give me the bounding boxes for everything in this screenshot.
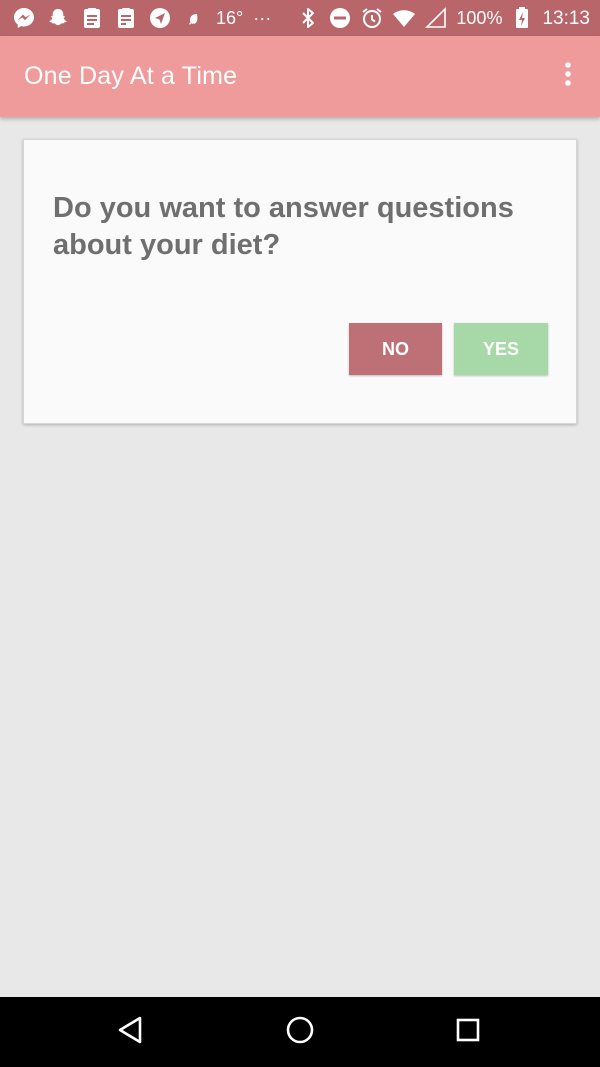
leaf-icon bbox=[182, 6, 206, 30]
recents-icon bbox=[455, 1017, 481, 1048]
messenger-icon bbox=[12, 6, 36, 30]
navigation-icon bbox=[148, 6, 172, 30]
battery-percent: 100% bbox=[456, 8, 503, 28]
status-bar-notifications: 16° ··· bbox=[12, 0, 271, 36]
back-button[interactable] bbox=[107, 1008, 155, 1056]
recents-button[interactable] bbox=[444, 1008, 492, 1056]
clock-time: 13:13 bbox=[542, 7, 590, 29]
do-not-disturb-icon bbox=[328, 6, 352, 30]
alarm-icon bbox=[360, 6, 384, 30]
question-text: Do you want to answer questions about yo… bbox=[53, 192, 514, 261]
no-button[interactable]: NO bbox=[349, 323, 442, 375]
status-bar: 16° ··· 100% 13:13 bbox=[0, 0, 600, 36]
snapchat-icon bbox=[46, 6, 70, 30]
home-icon bbox=[285, 1015, 315, 1050]
status-bar-system: 100% 13:13 bbox=[296, 0, 590, 36]
bluetooth-icon bbox=[296, 6, 320, 30]
clipboard-check-icon bbox=[114, 6, 138, 30]
yes-button[interactable]: YES bbox=[454, 323, 548, 375]
more-notifications-indicator: ··· bbox=[253, 8, 272, 28]
temperature-text: 16° bbox=[216, 8, 244, 28]
more-vert-icon bbox=[564, 61, 572, 92]
signal-icon bbox=[424, 6, 448, 30]
clipboard-icon bbox=[80, 6, 104, 30]
navigation-bar bbox=[0, 997, 600, 1067]
home-button[interactable] bbox=[276, 1008, 324, 1056]
back-icon bbox=[116, 1015, 146, 1050]
question-card: Do you want to answer questions about yo… bbox=[23, 139, 577, 424]
wifi-icon bbox=[392, 6, 416, 30]
overflow-menu-button[interactable] bbox=[550, 53, 586, 101]
app-bar: One Day At a Time bbox=[0, 36, 600, 117]
battery-charging-icon bbox=[510, 6, 534, 30]
app-title: One Day At a Time bbox=[24, 62, 238, 90]
